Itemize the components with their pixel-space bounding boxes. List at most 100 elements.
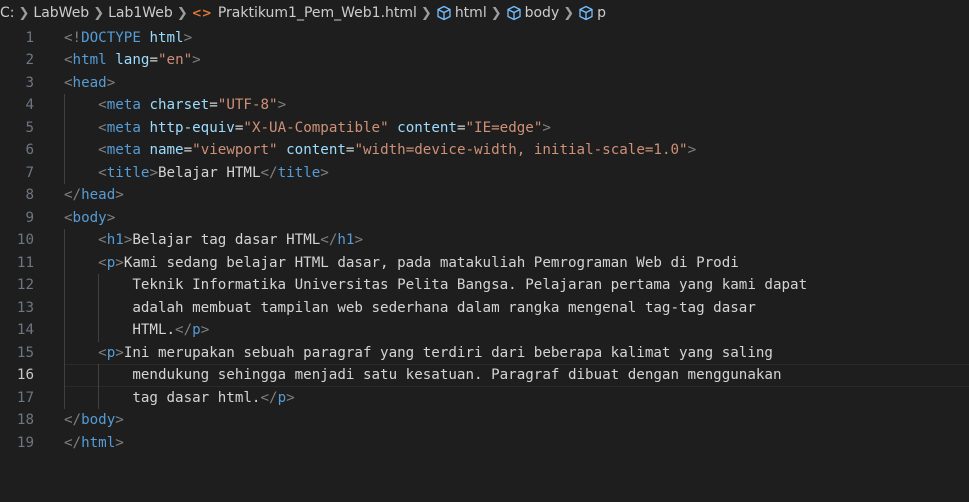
code-token: > <box>200 322 210 338</box>
code-text[interactable]: <meta http-equiv = "X-UA-Compatible" conte… <box>64 116 969 139</box>
code-token: mendukung sehingga menjadi satu kesatuan… <box>64 367 782 383</box>
code-text[interactable]: mendukung sehingga menjadi satu kesatuan… <box>64 364 969 387</box>
breadcrumb-drive[interactable]: C: <box>0 5 15 21</box>
code-text[interactable]: <body> <box>64 207 969 230</box>
code-token: </ <box>320 232 338 248</box>
code-token: name <box>149 142 184 158</box>
code-text[interactable]: Teknik Informatika Universitas Pelita Ba… <box>64 274 969 297</box>
code-line[interactable]: 5 <meta http-equiv = "X-UA-Compatible" con… <box>0 116 969 139</box>
code-token: > <box>277 97 287 113</box>
breadcrumb-drive-label: C: <box>0 5 15 21</box>
code-token: "IE=edge" <box>465 119 543 136</box>
code-token: < <box>98 232 107 248</box>
code-text[interactable]: <meta name="viewport" content="width=dev… <box>64 139 969 162</box>
code-token: content <box>397 119 457 136</box>
code-line[interactable]: 11 <p>Kami sedang belajar HTML dasar, pa… <box>0 251 969 274</box>
code-token: HTML. <box>64 322 176 338</box>
indent-guide <box>64 386 65 409</box>
code-token: tag dasar html. <box>64 389 261 406</box>
code-token: "viewport" <box>192 142 278 158</box>
code-token: adalah membuat tampilan web sederhana da… <box>64 299 756 316</box>
code-token: body <box>72 209 107 226</box>
code-line[interactable]: 10 <h1>Belajar tag dasar HTML</h1> <box>0 229 969 252</box>
code-token: > <box>192 52 201 68</box>
breadcrumb-symbol-body-label: body <box>524 5 560 21</box>
code-line[interactable]: 17 tag dasar html.</p> <box>0 386 969 409</box>
code-text[interactable]: <p>Ini merupakan sebuah paragraf yang te… <box>64 341 969 364</box>
code-text[interactable]: adalah membuat tampilan web sederhana da… <box>64 296 969 319</box>
code-text[interactable]: HTML.</p> <box>64 319 969 342</box>
code-line[interactable]: 8 </head> <box>0 184 969 207</box>
code-line[interactable]: 9 <body> <box>0 207 969 230</box>
code-token: Kami sedang belajar HTML dasar, pada mat… <box>123 254 739 271</box>
breadcrumb-symbol-html-label: html <box>454 5 487 21</box>
code-token: h1 <box>106 232 124 248</box>
code-line[interactable]: 18 </body> <box>0 409 969 432</box>
code-token: p <box>192 322 201 338</box>
symbol-element-icon <box>579 5 593 21</box>
code-line[interactable]: 13 adalah membuat tampilan web sederhana… <box>0 296 969 319</box>
code-token: p <box>106 344 116 361</box>
code-line[interactable]: 14 HTML.</p> <box>0 319 969 342</box>
code-text[interactable]: <title>Belajar HTML</title> <box>64 161 969 184</box>
indent-guide <box>98 274 100 297</box>
code-token: < <box>98 254 107 271</box>
code-text[interactable]: </html> <box>64 432 969 455</box>
code-token: > <box>149 164 158 181</box>
code-token: h1 <box>337 232 355 248</box>
breadcrumb-folder-lab1web[interactable]: Lab1Web <box>108 5 173 21</box>
breadcrumb-symbol-p[interactable]: p <box>578 5 606 21</box>
code-token: </ <box>260 164 278 181</box>
code-token: = <box>183 142 193 158</box>
code-token: meta <box>106 97 141 113</box>
code-text[interactable]: </body> <box>64 409 969 432</box>
code-token: content <box>286 142 346 158</box>
code-token: = <box>149 52 158 68</box>
code-text[interactable]: <p>Kami sedang belajar HTML dasar, pada … <box>64 251 969 274</box>
breadcrumb-symbol-p-label: p <box>597 5 607 21</box>
code-text[interactable]: <head> <box>64 72 969 95</box>
line-number: 10 <box>16 232 34 248</box>
code-token: > <box>354 232 364 248</box>
code-text[interactable]: <html lang="en"> <box>64 49 969 72</box>
code-text[interactable]: </head> <box>64 184 969 207</box>
chevron-right-icon: ❯ <box>563 5 575 21</box>
breadcrumb-symbol-body[interactable]: body <box>506 5 560 21</box>
code-line[interactable]: 3 <head> <box>0 72 969 95</box>
code-token: </ <box>260 389 278 406</box>
code-line[interactable]: 12 Teknik Informatika Universitas Pelita… <box>0 274 969 297</box>
indent-guide <box>64 364 65 387</box>
indent-guide <box>98 319 100 342</box>
code-text[interactable]: <meta charset="UTF-8"> <box>64 94 969 117</box>
line-number: 13 <box>16 299 34 316</box>
html-file-icon: <> <box>191 6 212 20</box>
code-line[interactable]: 2 <html lang="en"> <box>0 49 969 72</box>
code-token: p <box>106 254 116 271</box>
code-token: < <box>64 209 73 226</box>
indent-guide <box>98 364 100 387</box>
breadcrumb-folder-labweb[interactable]: LabWeb <box>33 5 89 21</box>
code-text[interactable]: tag dasar html.</p> <box>64 386 969 409</box>
code-editor[interactable]: 1 <!DOCTYPE html> 2 <html lang="en"> 3 <head>… <box>0 26 969 502</box>
line-number: 11 <box>16 254 34 271</box>
code-line[interactable]: 4 <meta charset="UTF-8"> <box>0 94 969 117</box>
code-line[interactable]: 15 <p>Ini merupakan sebuah paragraf yang… <box>0 341 969 364</box>
code-line[interactable]: 1 <!DOCTYPE html> <box>0 27 969 50</box>
code-line[interactable]: 6 <meta name="viewport" content="width=d… <box>0 139 969 162</box>
code-text[interactable]: <!DOCTYPE html> <box>64 27 969 50</box>
breadcrumb-file[interactable]: <> Praktikum1_Pem_Web1.html <box>192 5 417 21</box>
code-token: "width=device-width, initial-scale=1.0" <box>354 142 688 158</box>
code-token: > <box>115 187 124 203</box>
code-token: = <box>209 97 218 113</box>
line-number: 9 <box>25 209 34 226</box>
code-line[interactable]: 7 <title>Belajar HTML</title> <box>0 161 969 184</box>
code-token: </ <box>64 412 82 428</box>
code-token: = <box>456 119 466 136</box>
code-token: Teknik Informatika Universitas Pelita Ba… <box>64 277 808 293</box>
breadcrumb-symbol-html[interactable]: html <box>436 5 487 21</box>
indent-guide <box>64 251 65 274</box>
code-line[interactable]: 19 </html> <box>0 432 969 455</box>
code-line[interactable]: 16 mendukung sehingga menjadi satu kesat… <box>0 364 969 387</box>
code-text[interactable]: <h1>Belajar tag dasar HTML</h1> <box>64 229 969 252</box>
